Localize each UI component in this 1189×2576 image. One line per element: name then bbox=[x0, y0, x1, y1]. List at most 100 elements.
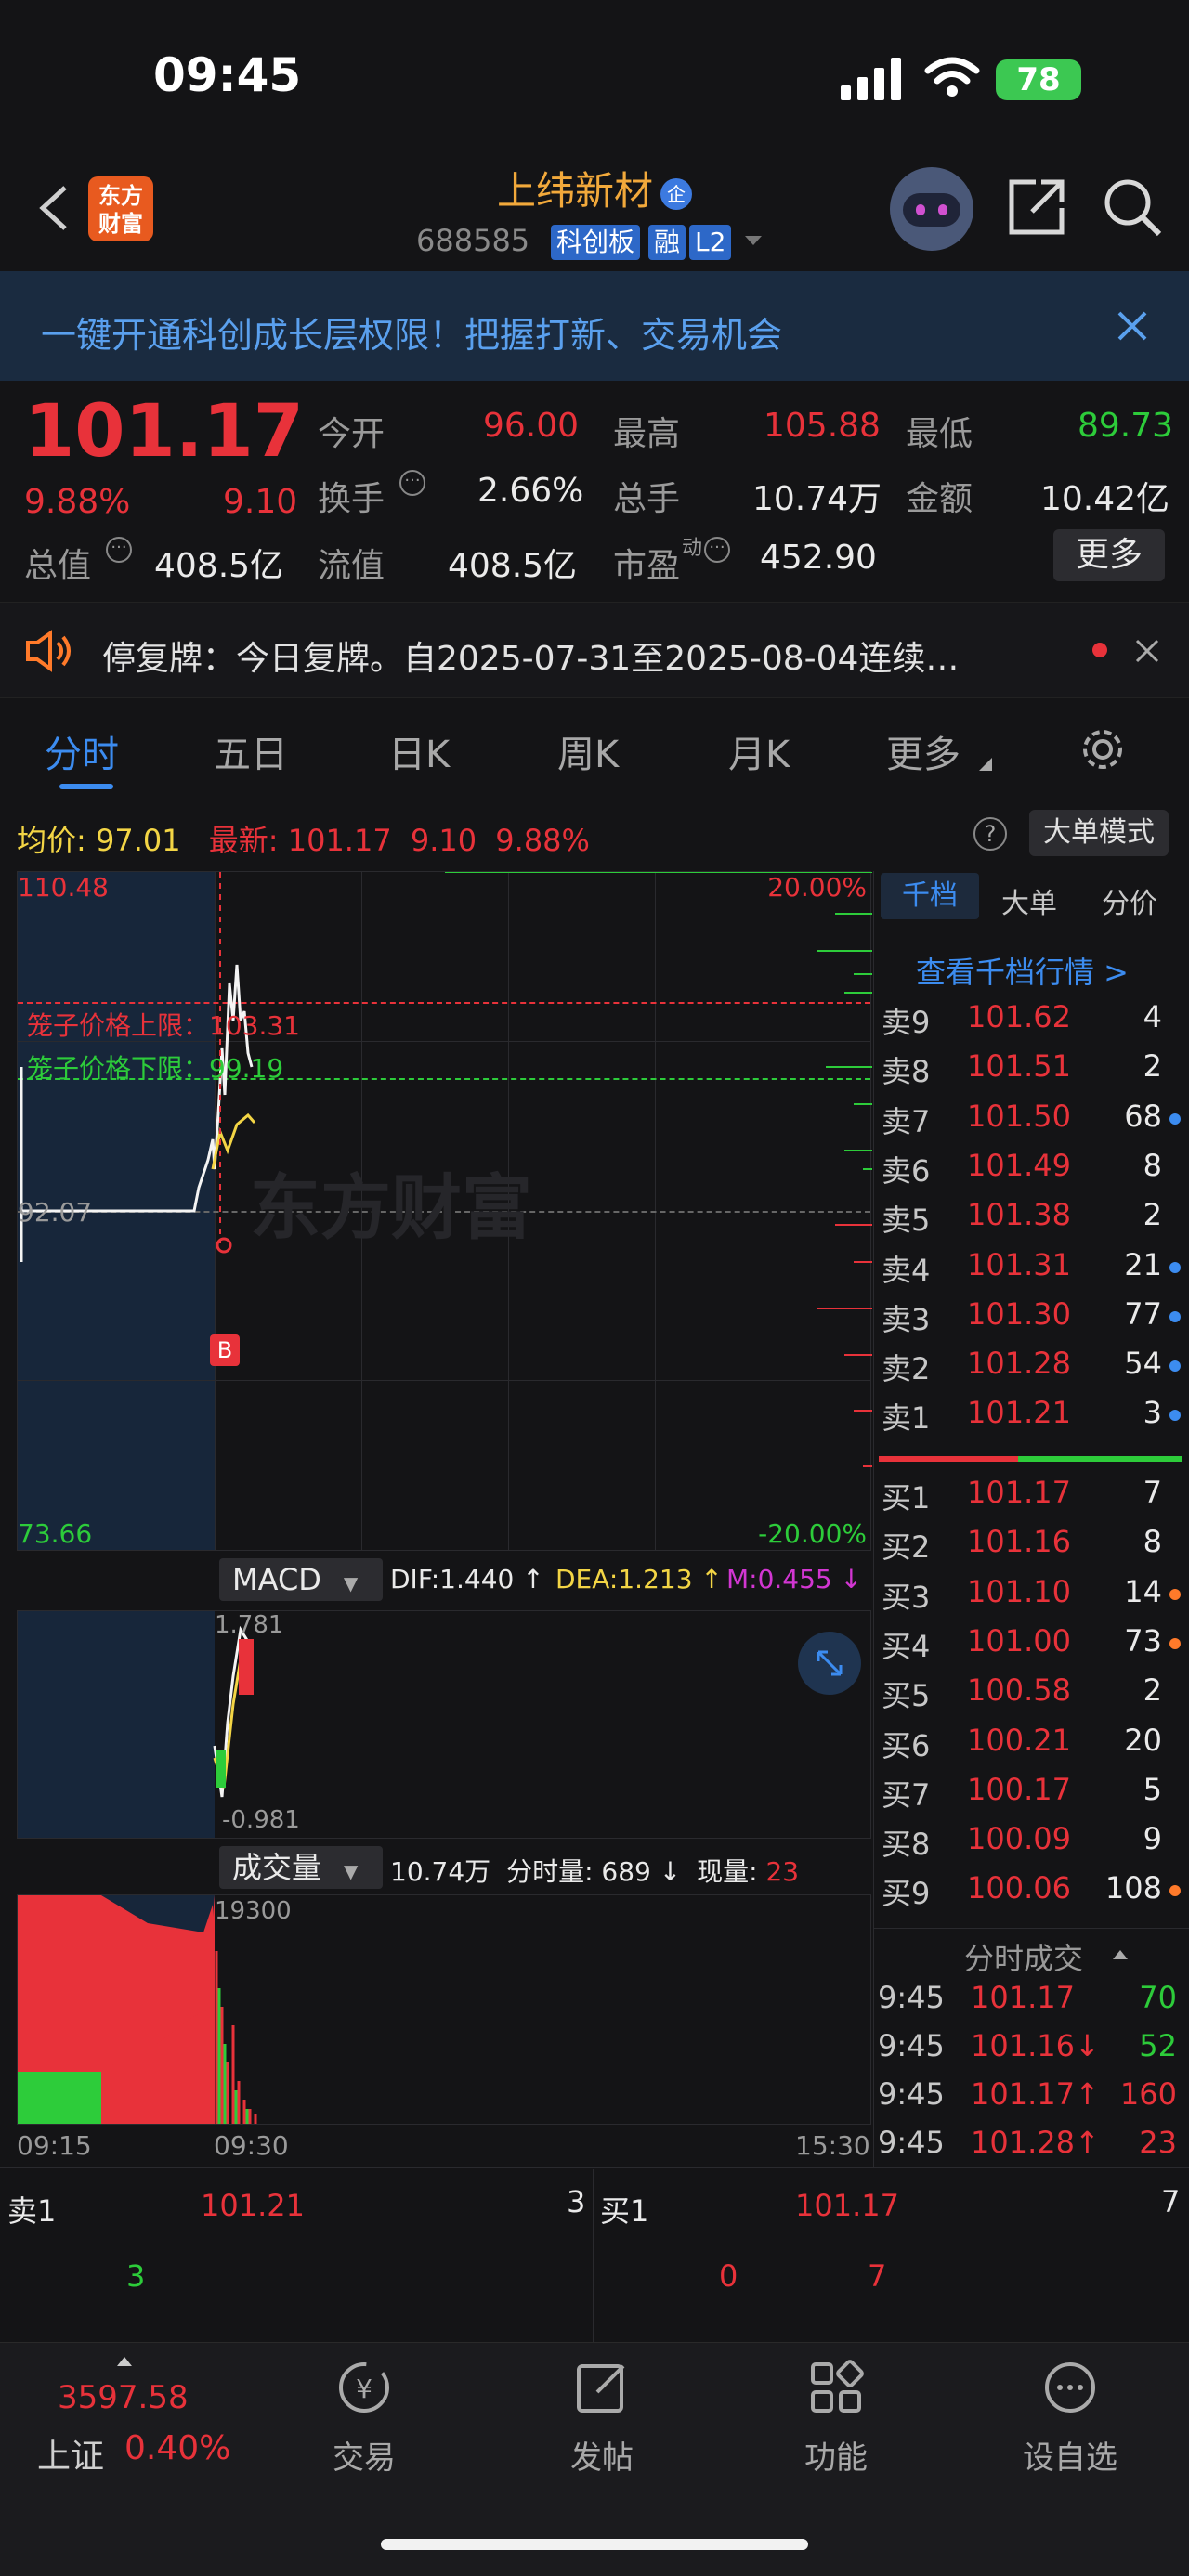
order-level-row[interactable]: 卖2 101.28 54 bbox=[878, 1346, 1184, 1396]
search-icon[interactable] bbox=[1102, 176, 1163, 238]
level-price: 100.21 bbox=[967, 1722, 1071, 1758]
low-value: 89.73 bbox=[1078, 407, 1174, 445]
tab-more[interactable]: 更多 bbox=[886, 724, 960, 778]
nav-trade[interactable]: ¥ 交易 bbox=[290, 2359, 438, 2478]
order-flag-dot bbox=[1169, 1112, 1181, 1125]
enterprise-badge-icon: 企 bbox=[660, 177, 692, 210]
volume-chart[interactable]: 19300 bbox=[17, 1894, 871, 2125]
order-level-row[interactable]: 卖7 101.50 68 bbox=[878, 1099, 1184, 1149]
level-price: 101.50 bbox=[967, 1098, 1071, 1134]
level-price: 101.10 bbox=[967, 1573, 1071, 1609]
nav-add-watchlist[interactable]: 设自选 bbox=[996, 2359, 1144, 2478]
tick-time: 9:45 bbox=[878, 2028, 945, 2063]
level1-sell-price: 101.21 bbox=[201, 2188, 305, 2223]
level-label: 买6 bbox=[882, 1727, 931, 1763]
level-qty: 9 bbox=[1143, 1821, 1162, 1857]
level-qty: 2 bbox=[1143, 1197, 1162, 1233]
nav-functions[interactable]: 功能 bbox=[762, 2359, 910, 2478]
level-label: 卖6 bbox=[882, 1152, 931, 1189]
tab-large-orders[interactable]: 大单 bbox=[1001, 880, 1057, 921]
buy-marker[interactable]: B bbox=[210, 1334, 240, 1366]
order-level-row[interactable]: 买1 101.17 7 bbox=[878, 1475, 1184, 1525]
order-flag-dot bbox=[1169, 1410, 1181, 1422]
level-qty: 5 bbox=[1143, 1771, 1162, 1807]
order-level-row[interactable]: 买9 100.06 108 bbox=[878, 1870, 1184, 1920]
tab-five-day[interactable]: 五日 bbox=[214, 724, 288, 778]
notice-text[interactable]: 停复牌：今日复牌。自2025-07-31至2025-08-04连续… bbox=[102, 631, 959, 680]
index-percent[interactable]: 0.40% bbox=[124, 2429, 230, 2467]
dropdown-icon[interactable] bbox=[743, 234, 764, 249]
price-line bbox=[20, 872, 872, 1467]
level2-tag: L2 bbox=[689, 225, 732, 260]
tick-row: 9:45 101.17 70 bbox=[878, 1980, 1184, 2024]
float-mv-label: 流值 bbox=[318, 547, 385, 585]
svg-text:¥: ¥ bbox=[356, 2374, 372, 2404]
collapse-up-icon[interactable] bbox=[1113, 1948, 1128, 1959]
level-label: 买9 bbox=[882, 1876, 931, 1912]
order-level-row[interactable]: 买5 100.58 2 bbox=[878, 1672, 1184, 1723]
order-level-row[interactable]: 卖5 101.38 2 bbox=[878, 1197, 1184, 1247]
level-label: 卖9 bbox=[882, 1005, 931, 1040]
close-notice-icon[interactable] bbox=[1135, 639, 1159, 663]
order-level-row[interactable]: 卖6 101.49 8 bbox=[878, 1148, 1184, 1198]
macd-selector[interactable]: MACD ▼ bbox=[219, 1558, 383, 1601]
order-level-row[interactable]: 卖9 101.62 4 bbox=[878, 999, 1184, 1049]
volume-value: 10.74万 bbox=[752, 480, 882, 518]
promo-banner-text[interactable]: 一键开通科创成长层权限！把握打新、交易机会 bbox=[41, 306, 782, 358]
order-level-row[interactable]: 买7 100.17 5 bbox=[878, 1772, 1184, 1822]
nav-post[interactable]: 发帖 bbox=[528, 2359, 676, 2478]
level-qty: 77 bbox=[1124, 1295, 1162, 1332]
bottom-price: 73.66 bbox=[18, 1518, 93, 1549]
more-button[interactable]: 更多 bbox=[1053, 529, 1165, 581]
large-order-mode-button[interactable]: 大单模式 bbox=[1029, 810, 1169, 856]
level1-buy-detail: 7 bbox=[868, 2258, 887, 2294]
close-banner-icon[interactable] bbox=[1117, 310, 1148, 342]
order-level-row[interactable]: 买3 101.10 14 bbox=[878, 1574, 1184, 1624]
order-level-row[interactable]: 买4 101.00 73 bbox=[878, 1623, 1184, 1673]
top-price: 110.48 bbox=[18, 872, 109, 903]
settings-gear-icon[interactable] bbox=[1079, 726, 1126, 773]
trade-yen-icon: ¥ bbox=[339, 2362, 389, 2413]
tab-daily-k[interactable]: 日K bbox=[388, 724, 450, 778]
order-level-row[interactable]: 卖1 101.21 3 bbox=[878, 1395, 1184, 1445]
info-icon[interactable]: ··· bbox=[704, 537, 730, 563]
tab-price-distribution[interactable]: 分价 bbox=[1102, 880, 1157, 921]
order-level-row[interactable]: 买2 101.16 8 bbox=[878, 1524, 1184, 1574]
volume-selector[interactable]: 成交量 ▼ bbox=[219, 1846, 383, 1889]
turnover-value: 2.66% bbox=[477, 472, 584, 510]
order-level-row[interactable]: 买6 100.21 20 bbox=[878, 1723, 1184, 1773]
tab-monthly-k[interactable]: 月K bbox=[728, 724, 790, 778]
level-qty: 3 bbox=[1143, 1395, 1162, 1431]
info-icon[interactable]: ··· bbox=[106, 537, 132, 563]
divider bbox=[593, 2169, 594, 2342]
tick-volume: 52 bbox=[1139, 2028, 1177, 2063]
info-icon[interactable]: ··· bbox=[399, 470, 425, 496]
index-name[interactable]: 上证 bbox=[37, 2429, 104, 2478]
share-icon[interactable] bbox=[1008, 178, 1065, 236]
intraday-price-chart[interactable]: 东方财富 B 110.48 73.66 20.00% -20.00% 92.07… bbox=[17, 871, 872, 1551]
order-level-row[interactable]: 卖3 101.30 77 bbox=[878, 1296, 1184, 1347]
tab-weekly-k[interactable]: 周K bbox=[557, 724, 619, 778]
macd-dea: DEA:1.213 ↑ bbox=[555, 1564, 723, 1594]
level-price: 100.09 bbox=[967, 1821, 1071, 1857]
level1-buy-label: 买1 bbox=[600, 2193, 649, 2229]
order-level-row[interactable]: 卖4 101.31 21 bbox=[878, 1247, 1184, 1297]
chart-summary: 均价: 97.01 最新: 101.17 9.10 9.88% bbox=[17, 823, 590, 858]
expand-icon[interactable] bbox=[798, 1632, 861, 1695]
order-level-row[interactable]: 卖8 101.51 2 bbox=[878, 1048, 1184, 1099]
order-flag-dot bbox=[1169, 1310, 1181, 1322]
amount-label: 金额 bbox=[906, 480, 973, 518]
tab-intraday[interactable]: 分时 bbox=[45, 724, 119, 778]
help-icon[interactable]: ? bbox=[973, 817, 1007, 851]
compose-icon bbox=[577, 2364, 625, 2413]
level-qty: 8 bbox=[1143, 1147, 1162, 1183]
macd-bottom: -0.981 bbox=[222, 1806, 300, 1834]
order-level-row[interactable]: 买8 100.09 9 bbox=[878, 1821, 1184, 1871]
macd-chart[interactable]: 1.781 -0.981 bbox=[17, 1610, 871, 1839]
expand-up-icon[interactable] bbox=[117, 2355, 132, 2366]
index-value[interactable]: 3597.58 bbox=[58, 2379, 189, 2416]
depth-link[interactable]: 查看千档行情 > bbox=[916, 949, 1129, 992]
level-label: 卖4 bbox=[882, 1252, 931, 1288]
robot-assistant-icon[interactable] bbox=[890, 167, 973, 251]
tab-thousand-depth[interactable]: 千档 bbox=[881, 873, 979, 919]
